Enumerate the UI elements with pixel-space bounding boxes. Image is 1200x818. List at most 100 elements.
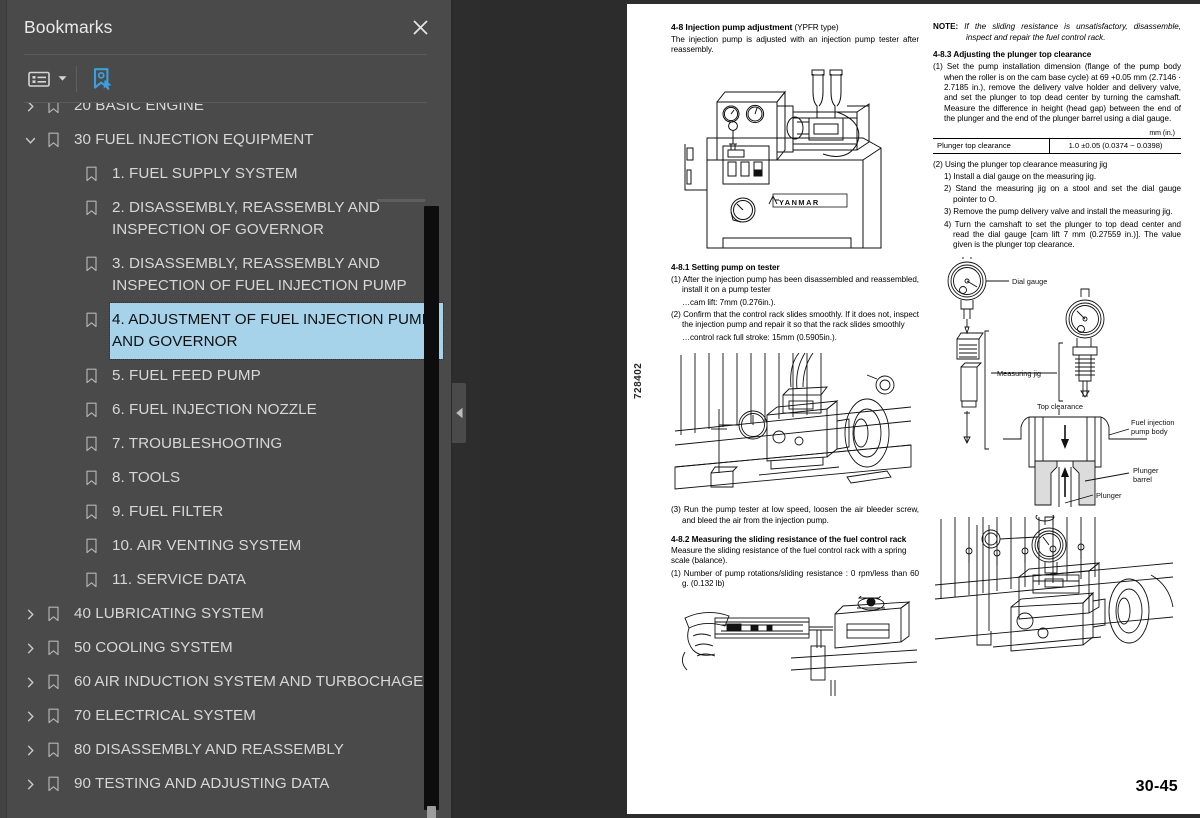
new-bookmark-icon[interactable]: [87, 64, 117, 94]
bookmark-icon: [80, 157, 102, 191]
sidebar-scrollbar-thumb[interactable]: [427, 806, 436, 818]
bookmark-item[interactable]: 4. ADJUSTMENT OF FUEL INJECTION PUMP AND…: [0, 302, 451, 360]
bookmark-item-label: 40 LUBRICATING SYSTEM: [74, 605, 264, 622]
bookmark-icon: [42, 631, 64, 665]
twisty-placeholder: [56, 303, 80, 337]
section-heading-suffix: (YPFR type): [794, 23, 839, 32]
figure-pump-tester: YANMAR: [671, 62, 919, 257]
step-1-2: (2) Confirm that the control rack slides…: [671, 310, 919, 330]
note-block: NOTE: If the sliding resistance is unsat…: [933, 22, 1181, 43]
note-label: NOTE:: [933, 22, 959, 31]
subsection-4-8-2-heading: 4-8.2 Measuring the sliding resistance o…: [671, 535, 907, 545]
bookmark-item[interactable]: 20 BASIC ENGINE: [0, 103, 451, 123]
bookmarks-tree: 20 BASIC ENGINE 30 FUEL INJECTION EQUIPME…: [0, 103, 451, 809]
bookmark-item[interactable]: 7. TROUBLESHOOTING: [0, 427, 451, 461]
svg-text:YANMAR: YANMAR: [779, 198, 820, 207]
pdf-page: 728402 30-45 4-8 Injection pump adjustme…: [627, 4, 1200, 814]
bookmark-icon: [80, 191, 102, 225]
bookmark-item[interactable]: 11. SERVICE DATA: [0, 563, 451, 597]
step-3-2-1: 1) Install a dial gauge on the measuring…: [944, 172, 1097, 182]
bookmark-item[interactable]: 60 AIR INDUCTION SYSTEM AND TURBOCHAGER: [0, 665, 451, 699]
bookmark-icon: [42, 103, 64, 123]
spec-table: Plunger top clearance 1.0 ±0.05 (0.0374 …: [933, 137, 1181, 154]
close-icon[interactable]: [407, 14, 433, 40]
bookmark-icon: [80, 529, 102, 563]
label-top-clearance: Top clearance: [1037, 402, 1083, 411]
label-plunger-barrel-1: Plunger: [1133, 466, 1159, 475]
chevron-right-icon[interactable]: [18, 733, 42, 767]
bookmark-item-label: 80 DISASSEMBLY AND REASSEMBLY: [74, 741, 344, 758]
label-pump-body-1: Fuel injection: [1131, 418, 1175, 427]
step-3-2-4: 4) Turn the camshaft to set the plunger …: [944, 219, 1181, 250]
intro-paragraph: The injection pump is adjusted with an i…: [671, 35, 919, 55]
bookmark-icon: [42, 665, 64, 699]
document-left-column: 4-8 Injection pump adjustment (YPFR type…: [671, 22, 919, 717]
chevron-right-icon[interactable]: [18, 665, 42, 699]
bookmark-icon: [80, 495, 102, 529]
bookmark-item-label: 9. FUEL FILTER: [112, 503, 224, 520]
scroll-top-indicator: [377, 199, 425, 202]
bookmark-item-label: 6. FUEL INJECTION NOZZLE: [112, 401, 317, 418]
twisty-placeholder: [56, 191, 80, 225]
bookmark-item-label: 50 COOLING SYSTEM: [74, 639, 233, 656]
bookmark-item[interactable]: 10. AIR VENTING SYSTEM: [0, 529, 451, 563]
chevron-down-icon[interactable]: [54, 64, 70, 94]
document-viewport[interactable]: 728402 30-45 4-8 Injection pump adjustme…: [627, 0, 1200, 818]
bookmark-item[interactable]: 6. FUEL INJECTION NOZZLE: [0, 393, 451, 427]
table-row: Plunger top clearance 1.0 ±0.05 (0.0374 …: [933, 138, 1181, 154]
twisty-placeholder: [56, 495, 80, 529]
chevron-right-icon[interactable]: [18, 631, 42, 665]
twisty-placeholder: [56, 563, 80, 597]
bookmark-item-label: 4. ADJUSTMENT OF FUEL INJECTION PUMP AND…: [109, 302, 444, 360]
bookmark-icon: [42, 597, 64, 631]
twisty-placeholder: [56, 461, 80, 495]
bookmark-icon: [80, 359, 102, 393]
section-heading: 4-8 Injection pump adjustment (YPFR type…: [671, 22, 919, 32]
bookmark-icon: [42, 699, 64, 733]
bookmark-item[interactable]: 40 LUBRICATING SYSTEM: [0, 597, 451, 631]
bookmark-item[interactable]: 5. FUEL FEED PUMP: [0, 359, 451, 393]
bookmark-item[interactable]: 3. DISASSEMBLY, REASSEMBLY AND INSPECTIO…: [0, 247, 451, 303]
subsection-4-8-3-heading: 4-8.3 Adjusting the plunger top clearanc…: [933, 50, 1092, 60]
bookmark-icon: [42, 733, 64, 767]
chevron-right-icon[interactable]: [18, 767, 42, 801]
table-cell-key: Plunger top clearance: [933, 138, 1051, 154]
chevron-right-icon[interactable]: [18, 103, 42, 123]
chevron-right-icon[interactable]: [18, 597, 42, 631]
subsection-4-8-2-intro: Measure the sliding resistance of the fu…: [671, 546, 907, 566]
bookmarks-panel: Bookmarks 20 BASIC ENGINE 30 FUEL INJECT…: [0, 0, 452, 818]
step-3-1: (1) Set the pump installation dimension …: [933, 62, 1181, 124]
bookmark-item-label: 60 AIR INDUCTION SYSTEM AND TURBOCHAGER: [74, 673, 435, 690]
section-heading-text: 4-8 Injection pump adjustment: [671, 22, 793, 32]
list-options-icon[interactable]: [24, 64, 54, 94]
bookmark-item[interactable]: 1. FUEL SUPPLY SYSTEM: [0, 157, 451, 191]
bookmark-item[interactable]: 30 FUEL INJECTION EQUIPMENT: [0, 123, 451, 157]
bookmark-item[interactable]: 70 ELECTRICAL SYSTEM: [0, 699, 451, 733]
twisty-placeholder: [56, 529, 80, 563]
bookmarks-panel-header: Bookmarks: [0, 0, 451, 54]
bookmarks-scroll-area: 20 BASIC ENGINE 30 FUEL INJECTION EQUIPME…: [0, 103, 451, 818]
note-text: If the sliding resistance is unsatisfact…: [964, 22, 1181, 42]
bookmark-icon: [80, 563, 102, 597]
bookmark-icon: [80, 393, 102, 427]
bookmark-item[interactable]: 8. TOOLS: [0, 461, 451, 495]
bookmark-item[interactable]: 9. FUEL FILTER: [0, 495, 451, 529]
sidebar-scrollbar[interactable]: [424, 206, 439, 818]
twisty-placeholder: [56, 247, 80, 281]
bookmarks-toolbar: [0, 55, 451, 102]
figure-pump-on-tester: [671, 349, 919, 499]
chevron-down-icon[interactable]: [18, 123, 42, 157]
bookmark-item-label: 90 TESTING AND ADJUSTING DATA: [74, 775, 330, 792]
twisty-placeholder: [56, 157, 80, 191]
step-2-1: (1) Number of pump rotations/sliding res…: [671, 568, 919, 589]
bookmark-item[interactable]: 90 TESTING AND ADJUSTING DATA: [0, 767, 451, 801]
step-3-2-3: 3) Remove the pump delivery valve and in…: [944, 207, 1173, 217]
bookmark-item[interactable]: 80 DISASSEMBLY AND REASSEMBLY: [0, 733, 451, 767]
table-unit-label: mm (in.): [1149, 129, 1175, 137]
bookmark-item[interactable]: 50 COOLING SYSTEM: [0, 631, 451, 665]
collapse-left-icon[interactable]: [452, 383, 466, 443]
bookmark-icon: [80, 303, 102, 337]
bookmark-icon: [80, 427, 102, 461]
step-1-1: (1) After the injection pump has been di…: [671, 274, 919, 295]
chevron-right-icon[interactable]: [18, 699, 42, 733]
